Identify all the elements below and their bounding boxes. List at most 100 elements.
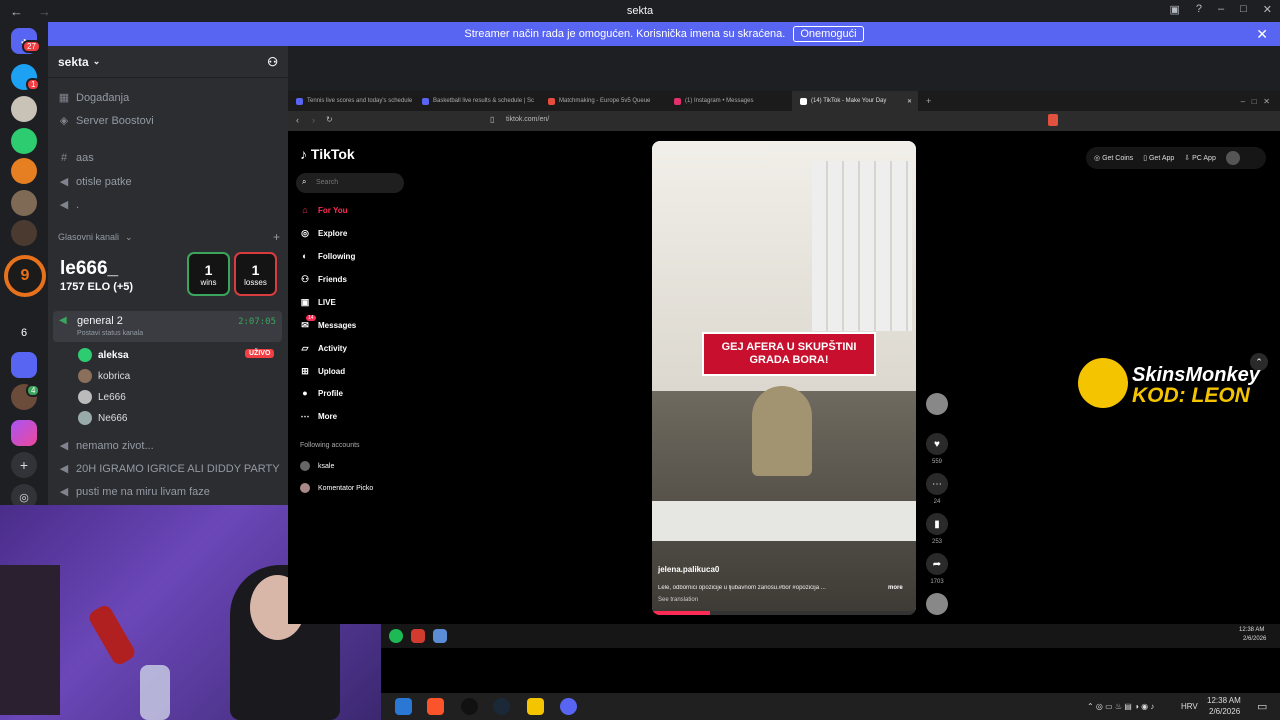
- progress-track[interactable]: [652, 611, 916, 615]
- reload-icon[interactable]: ↻: [326, 115, 333, 124]
- brave-shield-icon[interactable]: [1048, 114, 1058, 126]
- events-item[interactable]: ▦ Događanja: [58, 91, 129, 105]
- server-icon[interactable]: [11, 96, 37, 122]
- voice-user[interactable]: Le666: [78, 390, 126, 404]
- window-controls[interactable]: – □ ✕: [1241, 97, 1270, 106]
- more-link[interactable]: more: [888, 585, 903, 591]
- browser-tab[interactable]: Basketball live results & schedule | Sc: [414, 91, 540, 111]
- maximize-icon[interactable]: □: [1240, 3, 1247, 16]
- voice-category[interactable]: Glasovni kanali ⌄ +: [58, 230, 280, 244]
- voice-user[interactable]: aleksa: [78, 348, 129, 362]
- browser-tab[interactable]: Tennis live scores and today's schedule: [288, 91, 414, 111]
- author-avatar[interactable]: [926, 393, 948, 415]
- server-icon[interactable]: [11, 220, 37, 246]
- video-description: Lele, odbornici opozicije u ljubavnom za…: [658, 585, 826, 591]
- tray-icons[interactable]: ⌃ ◎ ▭ ♨ ▤ ◑ ◉ ♪: [1087, 702, 1154, 711]
- desk: [652, 501, 916, 541]
- heart-icon[interactable]: ♥: [926, 433, 948, 455]
- url-field[interactable]: tiktok.com/en/: [506, 116, 549, 123]
- bell-icon: ▱: [301, 343, 309, 353]
- profile-avatar-icon: ●: [302, 388, 308, 398]
- tab-close-icon[interactable]: ✕: [907, 98, 912, 105]
- inbox-icon[interactable]: ▣: [1169, 3, 1179, 16]
- tiktok-logo[interactable]: ♪ TikTok: [300, 146, 355, 162]
- clock-time[interactable]: 12:38 AM: [1207, 696, 1241, 705]
- captured-time: 12:38 AM: [1239, 627, 1265, 633]
- pc-app-button[interactable]: ⇩ PC App: [1184, 154, 1216, 162]
- nav-following[interactable]: ◐ Following: [300, 251, 355, 261]
- get-app-button[interactable]: ▯ Get App: [1143, 154, 1174, 162]
- app-icon[interactable]: [527, 698, 544, 715]
- comment-icon[interactable]: ⋯: [926, 473, 948, 495]
- losses-box: 1 losses: [234, 252, 277, 296]
- video-author[interactable]: jelena.palikuca0: [658, 565, 719, 574]
- server-icon[interactable]: [11, 158, 37, 184]
- steam-icon[interactable]: [493, 698, 510, 715]
- server-icon[interactable]: [11, 128, 37, 154]
- boost-item[interactable]: ◈ Server Boostovi: [58, 114, 154, 128]
- new-tab-icon[interactable]: +: [926, 96, 931, 106]
- following-account[interactable]: ksale: [300, 461, 334, 471]
- nav-explore[interactable]: ◎ Explore: [300, 228, 347, 239]
- get-coins-button[interactable]: ◎ Get Coins: [1094, 154, 1133, 162]
- notification-icon[interactable]: ▭: [1257, 700, 1267, 713]
- keyboard-language[interactable]: HRV: [1181, 702, 1198, 711]
- disable-streamer-button[interactable]: Onemogući: [793, 26, 864, 42]
- voice-user[interactable]: kobrica: [78, 369, 130, 383]
- app-icon[interactable]: [433, 629, 447, 643]
- brave-icon[interactable]: [427, 698, 444, 715]
- nav-for-you[interactable]: ⌂ For You: [300, 205, 347, 215]
- clock-date[interactable]: 2/6/2026: [1209, 707, 1240, 716]
- search-input[interactable]: ⌕ Search: [296, 173, 404, 193]
- browser-tab[interactable]: Matchmaking - Europe 5v5 Queue: [540, 91, 666, 111]
- folder-icon[interactable]: [11, 352, 37, 378]
- nav-activity[interactable]: ▱ Activity: [300, 343, 347, 354]
- forward-icon[interactable]: ›: [312, 115, 315, 125]
- discord-icon[interactable]: [560, 698, 577, 715]
- bookmark-icon[interactable]: ▯: [490, 115, 494, 124]
- profile-avatar[interactable]: [1225, 151, 1240, 165]
- nav-more[interactable]: ⋯ More: [300, 411, 338, 422]
- channel-otisle-patke[interactable]: ◀ otisle patke: [58, 175, 132, 189]
- search-icon: ⌕: [302, 177, 307, 186]
- voice-channel[interactable]: ◀ nemamo zivot...: [58, 439, 154, 453]
- channel-dot[interactable]: ◀.: [58, 198, 79, 212]
- invite-icon[interactable]: ⚇: [267, 55, 278, 69]
- speaker-icon: ◀: [59, 199, 69, 211]
- close-icon[interactable]: ✕: [1263, 3, 1272, 16]
- video-player[interactable]: GEJ AFERA U SKUPŠTINI GRADA BORA! jelena…: [652, 141, 916, 615]
- obs-icon[interactable]: [461, 698, 478, 715]
- help-icon[interactable]: ?: [1196, 3, 1202, 16]
- minimize-icon[interactable]: –: [1218, 3, 1224, 16]
- browser-tab-active[interactable]: (14) TikTok - Make Your Day ✕: [792, 91, 918, 111]
- browser-tab[interactable]: (1) Instagram • Messages: [666, 91, 792, 111]
- server-icon[interactable]: [11, 420, 37, 446]
- folder-icon[interactable]: 6: [11, 320, 37, 346]
- nav-messages[interactable]: ✉ Messages: [300, 320, 356, 331]
- voice-channel[interactable]: ◀ pusti me na miru livam faze: [58, 485, 210, 499]
- back-icon[interactable]: ‹: [296, 115, 299, 125]
- banner-close-icon[interactable]: ✕: [1256, 26, 1268, 43]
- voice-channel-active[interactable]: ◀ general 2 2:07:05 Postavi status kanal…: [53, 311, 282, 342]
- spotify-icon[interactable]: [389, 629, 403, 643]
- nav-upload[interactable]: ⊞ Upload: [300, 366, 345, 377]
- nav-live[interactable]: ▣ LIVE: [300, 297, 336, 308]
- channel-status[interactable]: Postavi status kanala: [77, 330, 143, 337]
- brave-icon[interactable]: [411, 629, 425, 643]
- server-header[interactable]: sekta ⌄ ⚇: [48, 46, 288, 78]
- channel-aas[interactable]: # aas: [58, 152, 94, 164]
- voice-user[interactable]: Ne666: [78, 411, 127, 425]
- share-icon[interactable]: ➦: [926, 553, 948, 575]
- nav-profile[interactable]: ● Profile: [300, 388, 343, 398]
- following-account[interactable]: Komentator Picko: [300, 483, 373, 493]
- add-channel-icon[interactable]: +: [273, 230, 280, 244]
- bookmark-icon[interactable]: ▮: [926, 513, 948, 535]
- nav-friends[interactable]: ⚇ Friends: [300, 274, 347, 285]
- add-server-icon[interactable]: +: [11, 452, 37, 478]
- voice-channel[interactable]: ◀ 20H IGRAMO IGRICE ALI DIDDY PARTY: [58, 462, 280, 476]
- sound-avatar[interactable]: [926, 593, 948, 615]
- server-icon[interactable]: [11, 190, 37, 216]
- monitor-image: [0, 565, 60, 715]
- mail-icon[interactable]: [395, 698, 412, 715]
- see-translation-link[interactable]: See translation: [658, 597, 698, 603]
